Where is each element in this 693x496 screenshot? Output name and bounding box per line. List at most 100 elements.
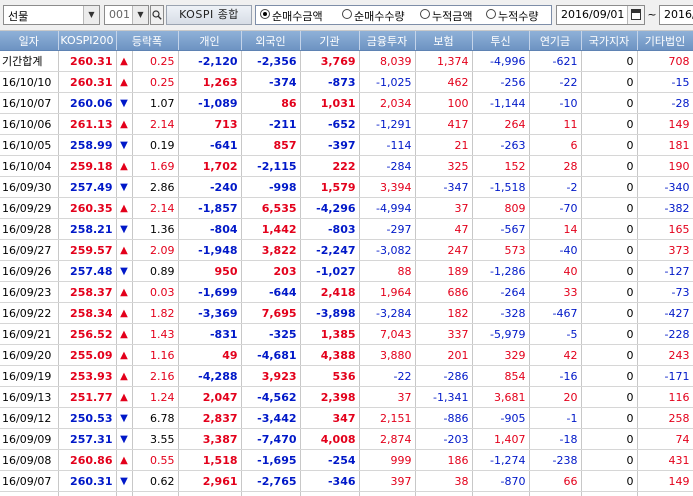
table-row[interactable]: 16/09/23 258.37 ▲ 0.03 -1,699 -644 2,418 1,964 6… <box>0 281 693 303</box>
cell-date: 16/09/13 <box>0 386 59 408</box>
table-row[interactable]: 16/09/08 260.86 ▲ 0.55 1,518 -1,695 -254 999 186… <box>0 449 693 471</box>
column-header-government[interactable]: 국가지자 <box>581 31 638 51</box>
period-total-row[interactable]: 기간합계 260.31 ▲ 0.25 -2,120 -2,356 3,769 8,039 1,3… <box>0 50 693 72</box>
table-row[interactable]: 16/10/10 260.31 ▲ 0.25 1,263 -374 -873 -1,025 46… <box>0 71 693 93</box>
cell-other-corp: -340 <box>637 176 693 198</box>
cell-other-corp: 243 <box>637 344 693 366</box>
cell-other-corp: 132 <box>637 491 693 496</box>
cell-insurance: 47 <box>415 218 473 240</box>
cell-kospi200: 260.86 <box>58 449 117 471</box>
column-header-foreign[interactable]: 외국인 <box>241 31 301 51</box>
table-row[interactable]: 16/09/19 253.93 ▲ 2.16 -4,288 3,923 536 -22 -286… <box>0 365 693 387</box>
calendar-icon[interactable] <box>627 6 644 24</box>
arrow-down-icon: ▼ <box>116 470 133 492</box>
column-header-financial-investment[interactable]: 금융투자 <box>359 31 416 51</box>
cell-change: 1.24 <box>132 386 179 408</box>
cell-pension: -18 <box>529 428 582 450</box>
cell-insurance: 1,374 <box>415 50 473 72</box>
cell-foreign: -7,470 <box>241 428 301 450</box>
cell-pension: -10 <box>529 92 582 114</box>
table-header-row: 일자 KOSPI200 등락폭 개인 외국인 기관 금융투자 보험 투신 연기금… <box>0 31 693 51</box>
cell-kospi200: 260.31 <box>58 71 117 93</box>
table-row[interactable]: 16/10/07 260.06 ▼ 1.07 -1,089 86 1,031 2,034 100… <box>0 92 693 114</box>
start-date-field[interactable]: 2016/09/01 <box>556 5 645 25</box>
cell-investment-trust: -1,518 <box>472 176 530 198</box>
column-header-insurance[interactable]: 보험 <box>415 31 473 51</box>
table-row[interactable]: 16/09/29 260.35 ▲ 2.14 -1,857 6,535 -4,296 -4,9… <box>0 197 693 219</box>
cell-financial-investment: -284 <box>359 155 416 177</box>
cell-kospi200: 255.09 <box>58 344 117 366</box>
table-row[interactable]: 16/09/12 250.53 ▼ 6.78 2,837 -3,442 347 2,151 -8… <box>0 407 693 429</box>
table-row[interactable]: 16/09/26 257.48 ▼ 0.89 950 203 -1,027 88 189 -1,2… <box>0 260 693 282</box>
table-row[interactable]: 16/09/22 258.34 ▲ 1.82 -3,369 7,695 -3,898 -3,2… <box>0 302 693 324</box>
cell-foreign: -421 <box>241 491 301 496</box>
column-header-change[interactable]: 등락폭 <box>116 31 179 51</box>
radio-net-buy-amount[interactable]: 순매수금액 <box>260 8 340 23</box>
cell-investment-trust: 809 <box>472 197 530 219</box>
arrow-up-icon: ▲ <box>116 344 133 366</box>
cell-kospi200: 256.52 <box>58 323 117 345</box>
cell-financial-investment: -22 <box>359 365 416 387</box>
table-row[interactable]: 16/09/07 260.31 ▼ 0.62 2,961 -2,765 -346 397 38-… <box>0 470 693 492</box>
cell-other-corp: 431 <box>637 449 693 471</box>
cell-change: 0.25 <box>132 50 179 72</box>
table-row[interactable]: 16/09/06260.93▲1.29370-421-82-285257-136… <box>0 491 693 496</box>
table-row[interactable]: 16/10/06 261.13 ▲ 2.14 713 -211 -652 -1,291 417 2… <box>0 113 693 135</box>
column-header-individual[interactable]: 개인 <box>178 31 242 51</box>
column-header-pension[interactable]: 연기금 <box>529 31 582 51</box>
code-input-value: 001 <box>109 8 130 21</box>
cell-institution: 3,769 <box>300 50 360 72</box>
cell-foreign: -325 <box>241 323 301 345</box>
cell-foreign: 3,923 <box>241 365 301 387</box>
table-row[interactable]: 16/10/04 259.18 ▲ 1.69 1,702 -2,115 222 -284 325… <box>0 155 693 177</box>
column-header-date[interactable]: 일자 <box>0 31 59 51</box>
table-row[interactable]: 16/09/09 257.31 ▼ 3.55 3,387 -7,470 4,008 2,874… <box>0 428 693 450</box>
table-row[interactable]: 16/09/13 251.77 ▲ 1.24 2,047 -4,562 2,398 37 -1,… <box>0 386 693 408</box>
investor-trading-grid: 일자 KOSPI200 등락폭 개인 외국인 기관 금융투자 보험 투신 연기금… <box>0 31 693 496</box>
radio-cumulative-amount[interactable]: 누적금액 <box>420 8 484 23</box>
cell-financial-investment: 37 <box>359 386 416 408</box>
search-icon[interactable] <box>150 5 164 25</box>
table-row[interactable]: 16/09/28 258.21 ▼ 1.36 -804 1,442 -803 -297 47 -5… <box>0 218 693 240</box>
arrow-up-icon: ▲ <box>116 155 133 177</box>
radio-cumulative-volume[interactable]: 누적수량 <box>486 8 550 23</box>
table-row[interactable]: 16/09/21 256.52 ▲ 1.43 -831 -325 1,385 7,043 337… <box>0 323 693 345</box>
cell-government: 0 <box>581 365 638 387</box>
table-row[interactable]: 16/09/30 257.49 ▼ 2.86 -240 -998 1,579 3,394 -34… <box>0 176 693 198</box>
column-header-other-corp[interactable]: 기타법인 <box>637 31 693 51</box>
cell-insurance: 186 <box>415 449 473 471</box>
code-input[interactable]: 001 ▼ <box>104 5 149 25</box>
cell-change: 0.62 <box>132 470 179 492</box>
cell-financial-investment: 999 <box>359 449 416 471</box>
cell-other-corp: 258 <box>637 407 693 429</box>
column-header-investment-trust[interactable]: 투신 <box>472 31 530 51</box>
cell-financial-investment: 2,034 <box>359 92 416 114</box>
market-select[interactable]: 선물 ▼ <box>3 5 100 25</box>
cell-kospi200: 258.34 <box>58 302 117 324</box>
end-date-field[interactable]: 2016/ <box>659 5 693 25</box>
cell-change: 3.55 <box>132 428 179 450</box>
chevron-down-icon[interactable]: ▼ <box>83 6 99 24</box>
column-header-kospi200[interactable]: KOSPI200 <box>58 31 117 51</box>
cell-financial-investment: -297 <box>359 218 416 240</box>
kospi-index-button[interactable]: KOSPI 종합 <box>166 5 252 25</box>
table-row[interactable]: 16/09/27 259.57 ▲ 2.09 -1,948 3,822 -2,247 -3,0… <box>0 239 693 261</box>
cell-insurance: -1,341 <box>415 386 473 408</box>
cell-other-corp: -171 <box>637 365 693 387</box>
cell-government: 0 <box>581 113 638 135</box>
table-row[interactable]: 16/09/20 255.09 ▲ 1.16 49 -4,681 4,388 3,880 201… <box>0 344 693 366</box>
cell-kospi200: 261.13 <box>58 113 117 135</box>
cell-pension: -5 <box>529 323 582 345</box>
table-row[interactable]: 16/10/05 258.99 ▼ 0.19 -641 857 -397 -114 21 -263… <box>0 134 693 156</box>
cell-kospi200: 260.06 <box>58 92 117 114</box>
chevron-down-icon[interactable]: ▼ <box>132 6 148 24</box>
cell-insurance: -286 <box>415 365 473 387</box>
cell-pension: -40 <box>529 239 582 261</box>
column-header-institution[interactable]: 기관 <box>300 31 360 51</box>
cell-pension: -16 <box>529 365 582 387</box>
radio-net-buy-volume[interactable]: 순매수수량 <box>342 8 422 23</box>
cell-institution: -803 <box>300 218 360 240</box>
cell-other-corp: -73 <box>637 281 693 303</box>
cell-other-corp: 373 <box>637 239 693 261</box>
arrow-down-icon: ▼ <box>116 428 133 450</box>
